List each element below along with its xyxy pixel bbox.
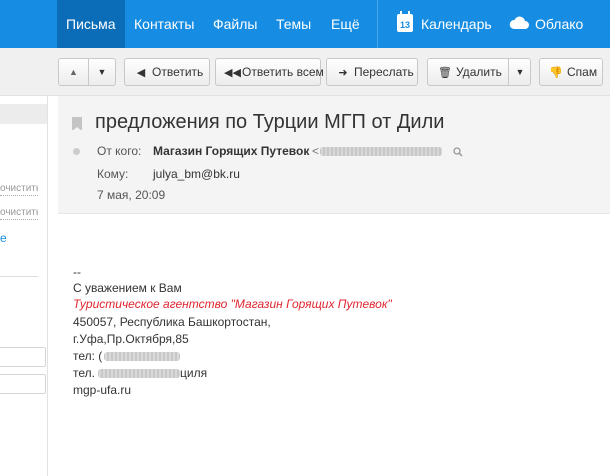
trash-icon[interactable]: 🗑: [438, 60, 452, 86]
nav-arrows-group: ▲ ▼: [58, 58, 116, 86]
reply-all-icon: ◀◀: [224, 67, 241, 79]
reply-all-label: Ответить всем: [242, 65, 324, 79]
delete-button-group: 🗑 Удалить ▼: [427, 58, 531, 86]
forward-button[interactable]: ➜ Переслать: [326, 58, 418, 86]
sender-email-open: <: [312, 144, 320, 158]
forward-label: Переслать: [354, 65, 414, 79]
nav-mail[interactable]: Письма: [57, 0, 125, 48]
delete-label[interactable]: Удалить: [456, 59, 502, 85]
reply-icon: ◀: [136, 67, 146, 79]
cloud-icon[interactable]: [509, 16, 529, 30]
signature-agency: Туристическое агентство "Магазин Горящих…: [73, 297, 392, 311]
nav-cloud[interactable]: Облако: [535, 0, 583, 48]
to-label: Кому:: [97, 167, 129, 181]
bookmark-flag-icon[interactable]: [72, 117, 82, 131]
top-navigation: Письма Контакты Файлы Темы Ещё 13 Календ…: [0, 0, 610, 48]
signature-phone-1: тел: (: [73, 349, 103, 363]
sidebar-input-1[interactable]: [0, 347, 46, 367]
phone-redacted-1: [104, 352, 180, 361]
nav-calendar[interactable]: Календарь: [421, 0, 492, 48]
message-date: 7 мая, 20:09: [97, 188, 166, 202]
selected-folder[interactable]: [0, 104, 47, 124]
signature-address: 450057, Республика Башкортостан,: [73, 315, 271, 329]
signature-dashes: --: [73, 265, 81, 279]
calendar-day: 13: [399, 20, 410, 30]
signature-city: г.Уфа,Пр.Октября,85: [73, 332, 189, 346]
spam-label: Спам: [567, 65, 598, 79]
nav-contacts[interactable]: Контакты: [134, 0, 194, 48]
message-subject: предложения по Турции МГП от Дили: [95, 111, 445, 133]
signature-website[interactable]: mgp-ufa.ru: [73, 383, 131, 397]
folder-sidebar: очистить очистить е: [0, 96, 48, 476]
calendar-icon[interactable]: 13: [397, 11, 413, 32]
message-body: -- С уважением к Вам Туристическое агент…: [58, 215, 610, 476]
sender-email-redacted: [320, 147, 442, 156]
nav-separator: [377, 0, 378, 48]
search-icon[interactable]: [453, 146, 463, 157]
clear-link-2[interactable]: очистить: [0, 207, 38, 220]
delete-dropdown-button[interactable]: ▼: [509, 59, 531, 85]
signature-phone-2-suffix: циля: [180, 366, 208, 380]
nav-more[interactable]: Ещё: [331, 0, 360, 48]
sidebar-link[interactable]: е: [0, 231, 7, 245]
signature-phone-2: тел.: [73, 366, 95, 380]
from-label: От кого:: [97, 144, 142, 158]
reply-button[interactable]: ◀ Ответить: [124, 58, 210, 86]
read-status-dot-icon[interactable]: [73, 148, 80, 155]
sidebar-divider: [0, 276, 38, 277]
thumbs-down-icon: 👎: [549, 67, 563, 79]
reply-label: Ответить: [152, 65, 204, 79]
recipient-email[interactable]: julya_bm@bk.ru: [153, 167, 240, 181]
signature-regards: С уважением к Вам: [73, 281, 182, 295]
next-message-button[interactable]: ▼: [88, 59, 116, 85]
phone-redacted-2: [98, 369, 180, 378]
prev-message-button[interactable]: ▲: [59, 59, 88, 85]
sidebar-input-2[interactable]: [0, 374, 46, 394]
reply-all-button[interactable]: ◀◀Ответить всем: [215, 58, 324, 86]
clear-link-1[interactable]: очистить: [0, 183, 38, 196]
spam-button[interactable]: 👎 Спам: [539, 58, 603, 86]
sender-name[interactable]: Магазин Горящих Путевок: [153, 144, 309, 158]
nav-files[interactable]: Файлы: [213, 0, 257, 48]
message-header: предложения по Турции МГП от Дили От ког…: [58, 96, 610, 214]
forward-arrow-icon: ➜: [338, 67, 348, 79]
nav-themes[interactable]: Темы: [276, 0, 311, 48]
